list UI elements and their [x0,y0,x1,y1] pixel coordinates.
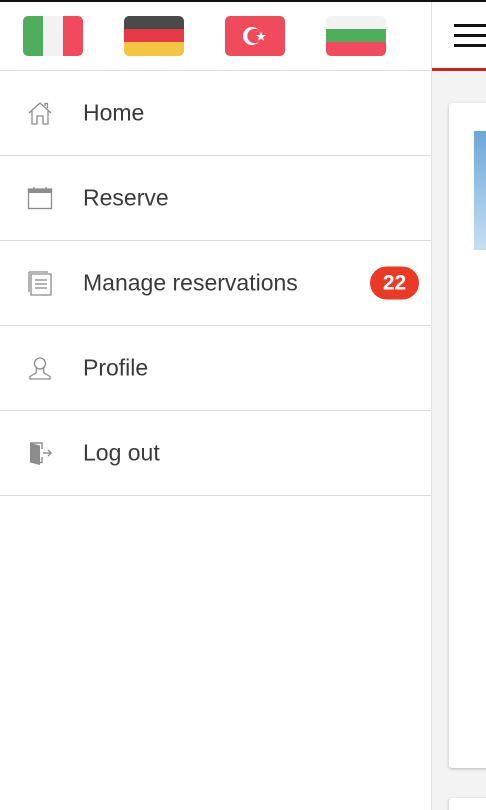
menu-item-label: Log out [83,439,160,466]
turkey-flag-icon[interactable] [225,16,285,56]
menu-item-logout[interactable]: Log out [0,411,431,496]
menu-item-label: Profile [83,354,149,381]
logout-icon [27,440,53,466]
menu-item-label: Reserve [83,184,169,211]
list-icon [27,270,53,296]
content-card [449,798,486,810]
app-screen: W In In c m B te d h a a L U [0,0,486,810]
reservations-count-badge: 22 [370,266,419,300]
menu-item-profile[interactable]: Profile [0,326,431,411]
language-selector [0,2,431,71]
menu-item-reserve[interactable]: Reserve [0,156,431,241]
app-header [432,2,486,71]
hamburger-menu-icon[interactable] [454,23,486,49]
menu-item-manage-reservations[interactable]: Manage reservations 22 [0,241,431,326]
menu-item-label: Manage reservations [83,269,298,296]
italy-flag-icon[interactable] [23,16,83,56]
germany-flag-icon[interactable] [124,16,184,56]
calendar-icon [27,185,53,211]
navigation-drawer: Home Reserve Manage reservations 22 Prof… [0,2,432,810]
menu-item-label: Home [83,99,145,126]
home-icon [27,100,53,126]
content-card: W In In c m B te d h a a L U [449,103,486,768]
user-icon [27,355,53,381]
card-image [474,131,486,250]
bulgaria-flag-icon[interactable] [326,16,386,56]
menu-item-home[interactable]: Home [0,71,431,156]
main-content: W In In c m B te d h a a L U [432,2,486,810]
